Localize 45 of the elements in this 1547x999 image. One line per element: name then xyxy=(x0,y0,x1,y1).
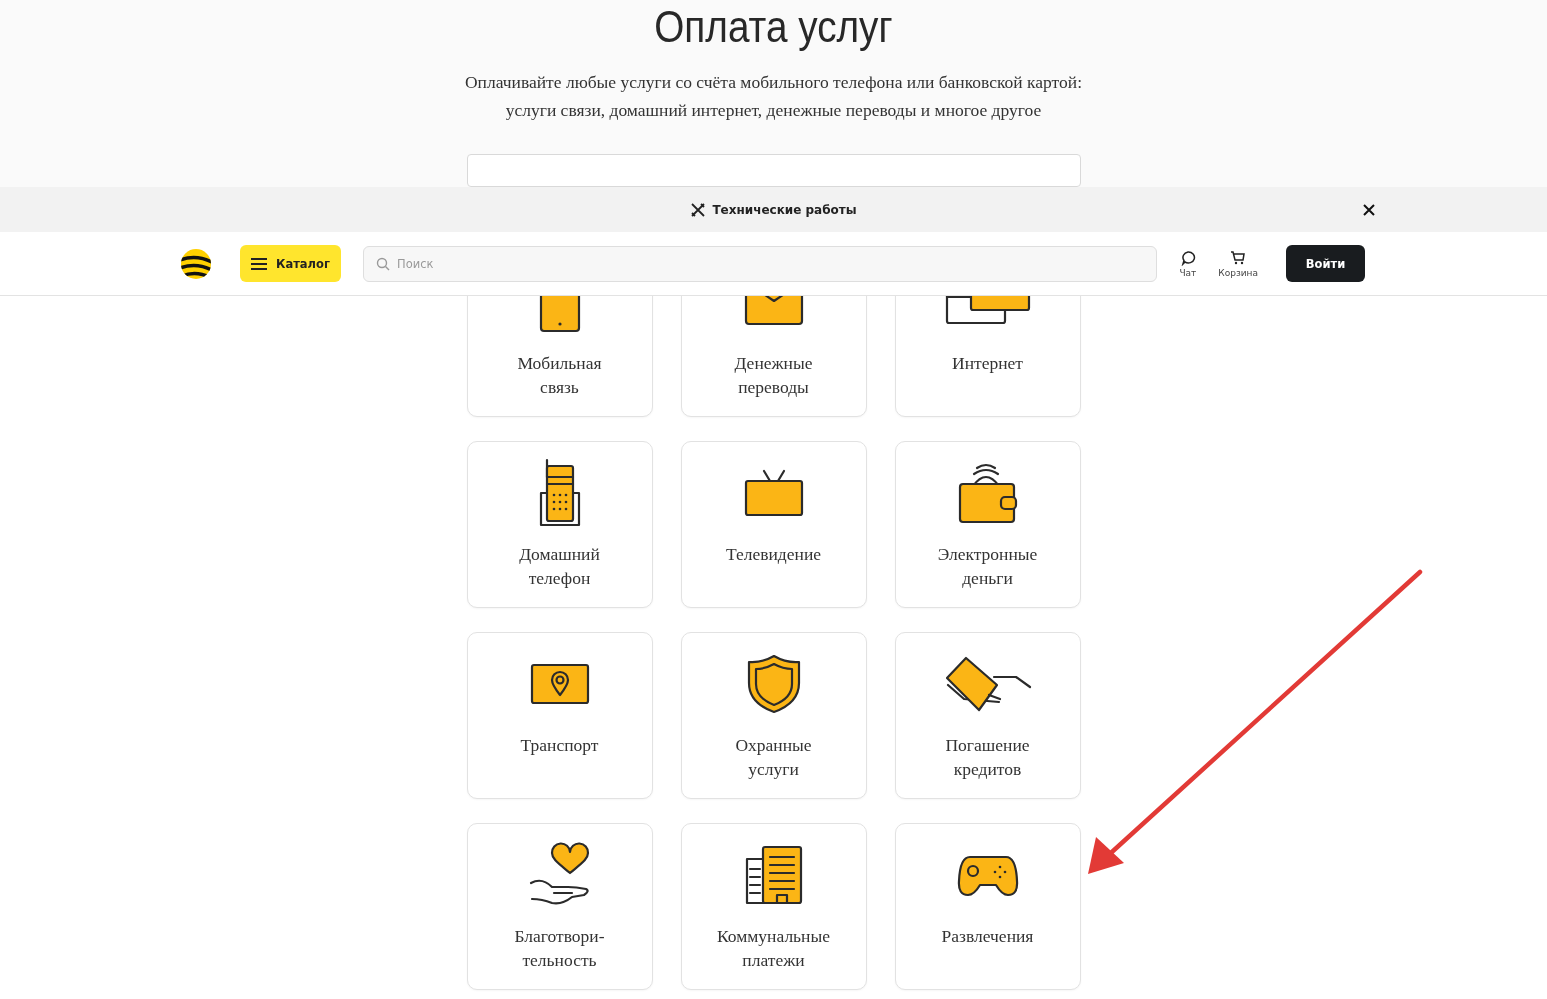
service-label: Развлечения xyxy=(941,925,1034,948)
service-tile[interactable]: Интернет xyxy=(894,296,1081,417)
service-tile[interactable]: Мобильная связь xyxy=(466,296,653,417)
service-label: Электронные деньги xyxy=(937,543,1038,590)
cart-icon xyxy=(1230,249,1247,266)
login-button[interactable]: Войти xyxy=(1286,245,1365,282)
service-label: Коммунальные платежи xyxy=(717,925,830,972)
service-tile[interactable]: Развлечения xyxy=(894,823,1081,990)
page-title: Оплата услуг xyxy=(654,2,893,52)
service-tile[interactable]: Благотвори- тельность xyxy=(466,823,653,990)
close-icon xyxy=(1363,204,1375,216)
notice-text: Технические работы xyxy=(712,202,857,217)
search-field[interactable]: Поиск xyxy=(363,245,1158,282)
logo-icon[interactable] xyxy=(180,247,212,280)
service-label: Интернет xyxy=(952,352,1023,375)
service-tile[interactable]: Денежные переводы xyxy=(680,296,867,417)
service-label: Денежные переводы xyxy=(734,352,813,399)
service-tile[interactable]: Электронные деньги xyxy=(894,441,1081,608)
catalog-button[interactable]: Каталог xyxy=(240,245,341,282)
service-icon xyxy=(742,467,805,519)
service-tile[interactable]: Охранные услуги xyxy=(680,632,867,799)
service-icon xyxy=(537,457,582,529)
page-subtitle: Оплачивайте любые услуги со счёта мобильного телефона или банковской картой: услуги связи, домашний интернет, денежные переводы и многое другое xyxy=(464,71,1082,122)
service-tile[interactable]: Коммунальные платежи xyxy=(680,823,867,990)
service-tile[interactable]: Телевидение xyxy=(680,441,867,608)
service-label: Благотвори- тельность xyxy=(514,925,605,972)
tools-icon xyxy=(690,201,707,218)
menu-icon xyxy=(251,257,268,270)
chat-button[interactable]: Чат xyxy=(1179,249,1197,278)
service-label: Охранные услуги xyxy=(735,734,812,781)
cart-button[interactable]: Корзина xyxy=(1218,249,1258,278)
service-icon xyxy=(528,662,591,706)
service-label: Погашение кредитов xyxy=(945,734,1030,781)
search-icon xyxy=(376,256,390,271)
service-icon xyxy=(943,655,1032,713)
service-label: Транспорт xyxy=(520,734,599,757)
service-label: Телевидение xyxy=(725,543,822,566)
service-tile[interactable]: Домашний телефон xyxy=(466,441,653,608)
service-icon xyxy=(743,844,804,906)
service-tile[interactable]: Погашение кредитов xyxy=(894,632,1081,799)
chat-icon xyxy=(1179,249,1196,266)
service-icon xyxy=(745,653,802,715)
service-label: Мобильная связь xyxy=(517,352,602,399)
service-label: Домашний телефон xyxy=(519,543,600,590)
service-tile[interactable]: Транспорт xyxy=(466,632,653,799)
